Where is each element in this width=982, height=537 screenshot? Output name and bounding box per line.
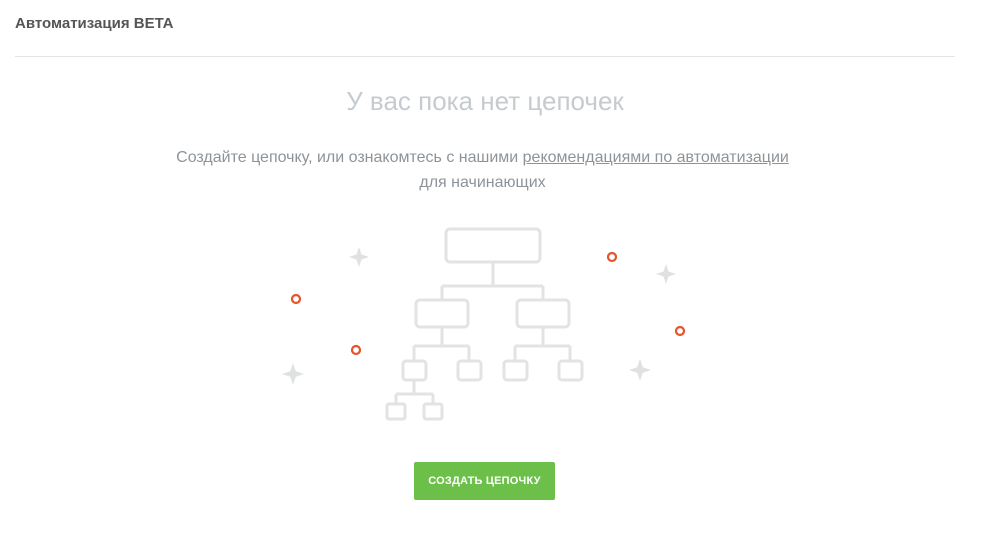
sparkle-icon xyxy=(629,359,651,381)
description-text-end: для начинающих xyxy=(419,174,546,191)
sparkles xyxy=(282,247,676,385)
circle-dot-icon xyxy=(606,251,618,263)
circle-dot-icon xyxy=(350,344,362,356)
hierarchy-tree-icon xyxy=(385,227,584,421)
page-title: Автоматизация BETA xyxy=(15,15,174,32)
description-text: Создайте цепочку, или ознакомтесь с наши… xyxy=(176,149,523,166)
automation-page: Автоматизация BETA У вас пока нет цепоче… xyxy=(0,0,982,537)
empty-state-title: У вас пока нет цепочек xyxy=(346,86,624,116)
header-divider xyxy=(15,56,955,57)
create-chain-button[interactable]: СОЗДАТЬ ЦЕПОЧКУ xyxy=(414,462,555,500)
circle-dot-icon xyxy=(290,293,302,305)
sparkle-icon xyxy=(656,264,676,284)
automation-recommendations-link[interactable]: рекомендациями по автоматизации xyxy=(523,149,789,166)
sparkle-icon xyxy=(349,247,369,267)
empty-state-description: Создайте цепочку, или ознакомтесь с наши… xyxy=(0,145,965,195)
empty-state-illustration xyxy=(282,227,686,421)
dots xyxy=(290,251,686,356)
sparkle-icon xyxy=(282,363,304,385)
circle-dot-icon xyxy=(674,325,686,337)
